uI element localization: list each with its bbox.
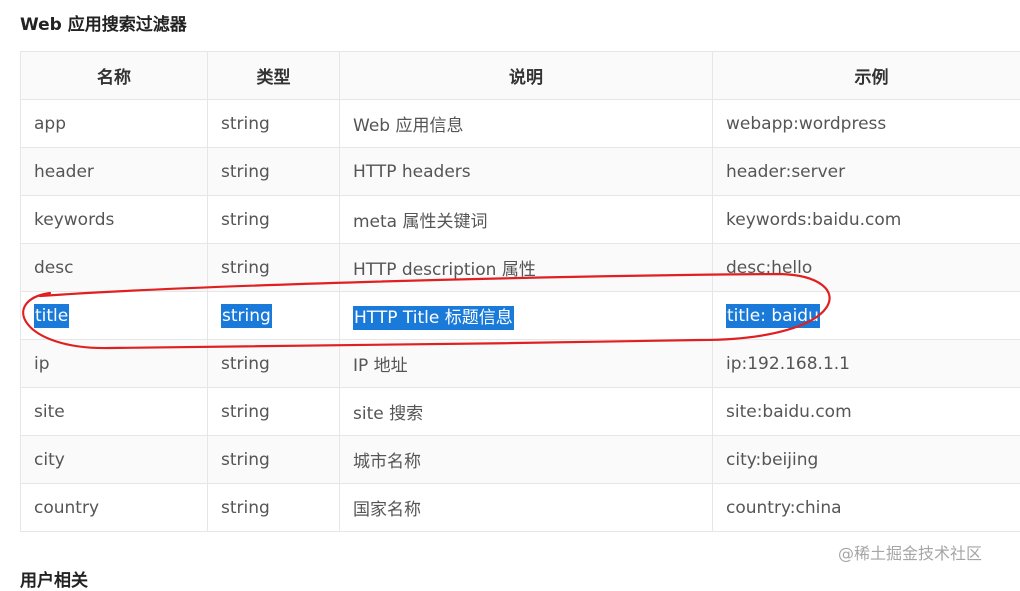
cell-example: ip:192.168.1.1 (713, 340, 1020, 388)
cell-type: string (208, 484, 340, 532)
table-row: city string 城市名称 city:beijing (21, 436, 1020, 484)
selected-text: title: baidu (726, 304, 820, 328)
cell-description: 国家名称 (340, 484, 713, 532)
cell-example: site:baidu.com (713, 388, 1020, 436)
cell-type: string (208, 196, 340, 244)
cell-example: city:beijing (713, 436, 1020, 484)
selected-text: title (34, 304, 69, 328)
table-header-row: 名称 类型 说明 示例 (21, 52, 1020, 100)
cell-name: desc (21, 244, 208, 292)
selected-text: string (221, 304, 272, 328)
table-row-selected: title string HTTP Title 标题信息 title: baid… (21, 292, 1020, 340)
table-row: country string 国家名称 country:china (21, 484, 1020, 532)
cell-example: country:china (713, 484, 1020, 532)
cell-description: meta 属性关键词 (340, 196, 713, 244)
cell-description: HTTP headers (340, 148, 713, 196)
cell-type[interactable]: string (208, 292, 340, 340)
cell-name: country (21, 484, 208, 532)
table-row: ip string IP 地址 ip:192.168.1.1 (21, 340, 1020, 388)
cell-type: string (208, 148, 340, 196)
section-title: Web 应用搜索过滤器 (20, 10, 187, 35)
table-row: header string HTTP headers header:server (21, 148, 1020, 196)
cell-description: site 搜索 (340, 388, 713, 436)
cell-type: string (208, 436, 340, 484)
cell-name: ip (21, 340, 208, 388)
watermark: @稀土掘金技术社区 (838, 540, 982, 564)
cell-name: app (21, 100, 208, 148)
cell-description[interactable]: HTTP Title 标题信息 (340, 292, 713, 340)
cell-example: header:server (713, 148, 1020, 196)
cell-description: IP 地址 (340, 340, 713, 388)
cell-description: HTTP description 属性 (340, 244, 713, 292)
cell-name: keywords (21, 196, 208, 244)
cell-name[interactable]: title (21, 292, 208, 340)
table-row: site string site 搜索 site:baidu.com (21, 388, 1020, 436)
table-row: keywords string meta 属性关键词 keywords:baid… (21, 196, 1020, 244)
cell-description: 城市名称 (340, 436, 713, 484)
cell-description: Web 应用信息 (340, 100, 713, 148)
column-header-description: 说明 (340, 52, 713, 100)
cell-example: webapp:wordpress (713, 100, 1020, 148)
cell-type: string (208, 388, 340, 436)
cell-type: string (208, 100, 340, 148)
column-header-name: 名称 (21, 52, 208, 100)
column-header-type: 类型 (208, 52, 340, 100)
cell-type: string (208, 340, 340, 388)
table-row: app string Web 应用信息 webapp:wordpress (21, 100, 1020, 148)
table-row: desc string HTTP description 属性 desc:hel… (21, 244, 1020, 292)
cell-example: desc:hello (713, 244, 1020, 292)
cell-example: keywords:baidu.com (713, 196, 1020, 244)
cell-example[interactable]: title: baidu (713, 292, 1020, 340)
column-header-example: 示例 (713, 52, 1020, 100)
cell-name: city (21, 436, 208, 484)
filter-table: 名称 类型 说明 示例 app string Web 应用信息 webapp:w… (20, 51, 1020, 532)
cell-name: header (21, 148, 208, 196)
selected-text: HTTP Title 标题信息 (353, 306, 514, 330)
cell-type: string (208, 244, 340, 292)
cell-name: site (21, 388, 208, 436)
